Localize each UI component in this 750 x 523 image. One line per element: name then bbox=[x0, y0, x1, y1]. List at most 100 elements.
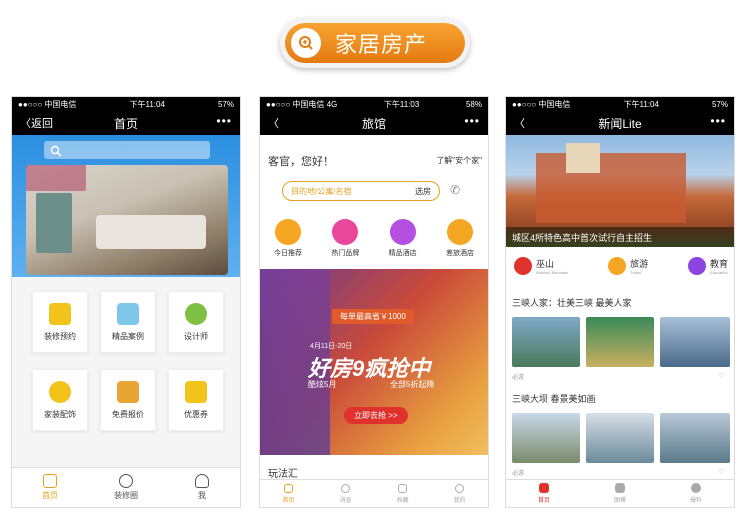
tab-messages[interactable]: 消息 bbox=[317, 480, 374, 507]
article-1-title[interactable]: 三峡人家：壮美三峡 最美人家 bbox=[512, 296, 632, 309]
tag-icon bbox=[275, 219, 301, 245]
article-1-photo-1[interactable] bbox=[512, 317, 580, 367]
page-title: 新闻Lite bbox=[598, 116, 642, 131]
article-1-photo-2[interactable] bbox=[586, 317, 654, 367]
search-icon bbox=[50, 144, 62, 162]
location-icon bbox=[514, 257, 532, 275]
education-icon bbox=[687, 257, 706, 275]
living-room-photo bbox=[26, 165, 228, 275]
tab-home[interactable]: 首页 bbox=[506, 480, 582, 507]
tab-community[interactable]: 装修圈 bbox=[88, 468, 164, 507]
article-1-photo-3[interactable] bbox=[660, 317, 730, 367]
lightbulb-icon bbox=[49, 380, 71, 403]
phone-home-decor: ●●○○○ 中国电信 下午11:04 57% 〈返回 首页 ••• 装修预约 精… bbox=[11, 96, 241, 508]
tab-bar: 首页 消息 收藏 我的 bbox=[260, 479, 488, 507]
back-button[interactable]: 〈 bbox=[514, 115, 525, 131]
zoom-icon bbox=[291, 28, 321, 58]
home-icon bbox=[284, 483, 293, 493]
category-brands[interactable]: 热门品牌 bbox=[331, 219, 359, 258]
bookmark-icon bbox=[398, 483, 407, 493]
promo-dates: 4月11日-20日 bbox=[310, 343, 353, 350]
grid-item-designer[interactable]: 设计师 bbox=[168, 291, 224, 353]
status-bar: ●●○○○ 中国电信 下午11:04 57% bbox=[12, 97, 240, 111]
carrier: ●●○○○ 中国电信 bbox=[18, 99, 77, 109]
category-wushan[interactable]: 巫山 Wushan Mountain bbox=[514, 257, 568, 275]
hero-banner bbox=[12, 135, 240, 277]
article-2-tag: 必游 bbox=[512, 471, 525, 477]
phone-quote-icon bbox=[117, 380, 139, 403]
article-2-photo-3[interactable] bbox=[660, 413, 730, 463]
select-room-button[interactable]: 选房 bbox=[415, 186, 431, 197]
banner-title: 家居房产 bbox=[335, 32, 428, 57]
category-row: 今日推荐 热门品牌 精品酒店 差旅酒店 bbox=[274, 219, 474, 258]
tab-home[interactable]: 首页 bbox=[260, 480, 317, 507]
battery: 57% bbox=[217, 99, 234, 109]
page-title: 首页 bbox=[113, 116, 138, 131]
category-recommend[interactable]: 今日推荐 bbox=[274, 219, 302, 258]
tab-mine[interactable]: 我的 bbox=[431, 480, 488, 507]
user-icon bbox=[455, 483, 464, 493]
back-button[interactable]: 〈返回 bbox=[20, 115, 53, 131]
search-placeholder: 目的地/公寓/名宿 bbox=[291, 186, 352, 196]
list-icon bbox=[539, 483, 549, 493]
about-link[interactable]: 了解"安个家" bbox=[436, 155, 482, 166]
user-icon bbox=[195, 474, 209, 488]
tab-bar: 首页 装修圈 我 bbox=[12, 467, 240, 507]
tab-me[interactable]: 我 bbox=[164, 468, 240, 507]
time: 下午11:04 bbox=[129, 99, 165, 109]
search-input[interactable]: 目的地/公寓/名宿 选房 bbox=[282, 181, 440, 201]
back-button[interactable]: 〈 bbox=[268, 115, 279, 131]
grab-now-button[interactable]: 立即去抢 >> bbox=[344, 407, 408, 424]
tab-gallery[interactable]: 图模 bbox=[582, 480, 658, 507]
more-button[interactable]: ••• bbox=[464, 114, 480, 128]
hero-caption: 城区4所特色高中首次试行自主招生 bbox=[512, 233, 653, 243]
nav-bar: 〈 新闻Lite ••• bbox=[506, 111, 734, 135]
briefcase-icon bbox=[446, 219, 473, 245]
category-travel[interactable]: 旅游 Travel bbox=[608, 257, 648, 275]
section-title: 玩法汇 bbox=[268, 469, 298, 480]
grid-item-accessories[interactable]: 家装配饰 bbox=[32, 369, 88, 431]
grid-item-coupon[interactable]: 优惠券 bbox=[168, 369, 224, 431]
phone-news: ●●○○○ 中国电信 下午11:04 57% 〈 新闻Lite ••• 城区4所… bbox=[505, 96, 735, 508]
article-2-photo-2[interactable] bbox=[586, 413, 654, 463]
promo-banner[interactable]: 每单最高省￥1000 4月11日-20日 好房9疯抢中 酷炫5月 全部5折起降 … bbox=[260, 269, 488, 455]
coupon-icon bbox=[185, 380, 207, 403]
category-row: 巫山 Wushan Mountain 旅游 Travel 教育 Education bbox=[514, 257, 728, 275]
grid-item-cases[interactable]: 精品案例 bbox=[100, 291, 156, 353]
like-icon[interactable]: ♡ bbox=[718, 468, 724, 476]
article-1-tag: 必游 bbox=[512, 375, 525, 381]
grid-item-booking[interactable]: 装修预约 bbox=[32, 291, 88, 353]
travel-icon bbox=[608, 257, 627, 275]
plus-icon bbox=[691, 483, 701, 493]
hero-image[interactable]: 城区4所特色高中首次试行自主招生 bbox=[506, 135, 734, 247]
tab-bar: 首页 图模 爆料 bbox=[506, 479, 734, 507]
grid-item-quote[interactable]: 免费报价 bbox=[100, 369, 156, 431]
tab-favorites[interactable]: 收藏 bbox=[374, 480, 431, 507]
sofa-icon bbox=[117, 302, 139, 325]
home-icon bbox=[43, 474, 57, 488]
greeting: 客官，您好！ bbox=[268, 156, 334, 168]
category-boutique[interactable]: 精品酒店 bbox=[389, 219, 417, 258]
article-2-photo-1[interactable] bbox=[512, 413, 580, 463]
diamond-icon bbox=[389, 219, 416, 245]
tab-report[interactable]: 爆料 bbox=[658, 480, 734, 507]
more-button[interactable]: ••• bbox=[216, 114, 232, 128]
article-2-title[interactable]: 三峡大坝 春景美如画 bbox=[512, 392, 596, 405]
phone-icon[interactable]: ✆ bbox=[450, 183, 460, 197]
tab-home[interactable]: 首页 bbox=[12, 468, 88, 507]
circle-icon bbox=[119, 474, 133, 488]
page-title: 旅馆 bbox=[361, 116, 386, 131]
image-icon bbox=[615, 483, 625, 493]
paint-roller-icon bbox=[49, 302, 71, 325]
more-button[interactable]: ••• bbox=[710, 114, 726, 128]
nav-bar: 〈 旅馆 ••• bbox=[260, 111, 488, 135]
tooth-icon bbox=[332, 219, 359, 245]
category-education[interactable]: 教育 Education bbox=[687, 257, 728, 275]
section-banner: 家居房产 bbox=[280, 18, 470, 68]
search-input[interactable] bbox=[44, 141, 210, 159]
like-icon[interactable]: ♡ bbox=[718, 372, 724, 380]
chat-icon bbox=[341, 483, 350, 493]
nav-bar: 〈返回 首页 ••• bbox=[12, 111, 240, 135]
category-business[interactable]: 差旅酒店 bbox=[446, 219, 474, 258]
promo-top: 每单最高省￥1000 bbox=[332, 309, 414, 324]
